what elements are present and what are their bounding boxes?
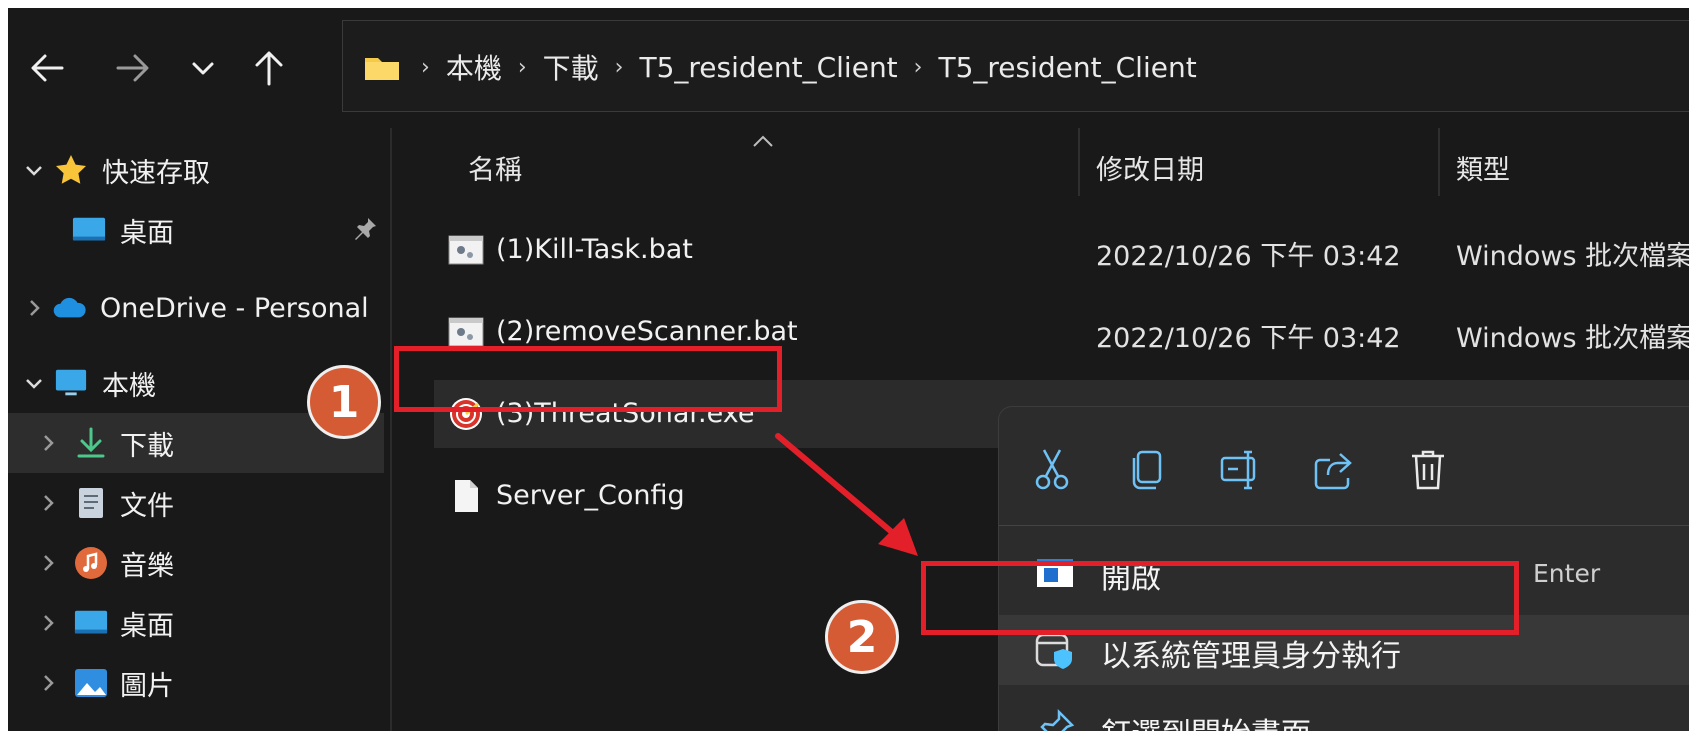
arrow-right-icon [116,54,149,82]
delete-icon [1412,450,1444,490]
rename-icon [1220,450,1256,490]
sidebar-item-label: OneDrive - Personal [100,292,369,324]
batch-file-icon [448,314,484,350]
chevron-right-icon[interactable] [36,611,60,635]
sidebar-item-quick-access[interactable]: 快速存取 [8,140,390,200]
up-button[interactable] [244,38,294,98]
file-row[interactable]: (1)Kill-Task.bat 2022/10/26 下午 03:42 Win… [434,216,1689,284]
delete-button[interactable] [1403,445,1453,495]
arrow-left-icon [31,54,64,82]
column-header-name[interactable]: 名稱 [468,148,522,187]
chevron-right-icon[interactable] [36,671,60,695]
sidebar-item-pictures[interactable]: 圖片 [8,653,390,713]
arrow-up-icon [255,51,283,86]
music-icon [74,546,108,580]
menu-item-label: 以系統管理員身分執行 [1101,639,1401,674]
rename-button[interactable] [1215,445,1265,495]
desktop-icon [74,606,108,640]
menu-item-label: 釘選到開始畫面 [1101,709,1311,731]
address-bar[interactable]: › 本機 › 下載 › T5_resident_Client › T5_resi… [342,20,1689,112]
cut-button[interactable] [1027,445,1077,495]
breadcrumb-t5-folder[interactable]: T5_resident_Client [639,51,897,84]
column-divider[interactable] [1078,128,1080,196]
chevron-down-icon [192,62,214,75]
step-badge-1: 1 [307,365,381,439]
breadcrumb-separator: › [421,54,430,80]
file-modified: 2022/10/26 下午 03:42 [1096,241,1401,272]
share-button[interactable] [1309,445,1359,495]
sidebar-item-label: 桌面 [120,610,174,642]
chevron-right-icon[interactable] [22,296,46,320]
sidebar-item-label: 圖片 [120,670,174,702]
annotation-highlight-file [394,346,782,412]
sidebar-item-label: 下載 [120,430,174,462]
star-icon [54,153,88,187]
sidebar-item-label: 快速存取 [102,157,210,189]
chevron-right-icon[interactable] [36,491,60,515]
file-type: Windows 批次檔案 [1456,241,1689,272]
sidebar-item-label: 文件 [120,490,174,522]
breadcrumb-downloads[interactable]: 下載 [543,47,599,87]
file-icon [448,478,484,514]
sidebar-item-label: 桌面 [120,217,174,249]
forward-button[interactable] [108,38,158,98]
sidebar-item-documents[interactable]: 文件 [8,473,390,533]
annotation-highlight-menu-item [921,561,1519,635]
column-header-type[interactable]: 類型 [1456,148,1510,187]
sidebar-item-onedrive[interactable]: OneDrive - Personal [8,278,390,338]
annotation-arrow [775,433,918,556]
sidebar-item-music[interactable]: 音樂 [8,533,390,593]
chevron-right-icon[interactable] [36,551,60,575]
pane-divider[interactable] [390,128,392,731]
file-name: (2)removeScanner.bat [496,316,798,347]
breadcrumb-separator: › [614,54,624,80]
chevron-down-icon[interactable] [22,158,46,182]
file-name: Server_Config [496,480,685,511]
file-explorer-window: › 本機 › 下載 › T5_resident_Client › T5_resi… [8,8,1689,731]
menu-item-shortcut: Enter [1533,559,1601,588]
copy-button[interactable] [1121,445,1171,495]
download-icon [74,426,108,460]
pin-icon [1035,709,1075,731]
breadcrumb-separator: › [517,54,527,80]
step-badge-2: 2 [825,600,899,674]
desktop-icon [72,213,106,247]
file-name: (1)Kill-Task.bat [496,234,693,265]
sidebar-item-label: 本機 [102,370,156,402]
breadcrumb: › 本機 › 下載 › T5_resident_Client › T5_resi… [363,21,1197,113]
folder-icon [365,58,399,80]
document-icon [74,486,108,520]
sidebar-item-desktop[interactable]: 桌面 [8,593,390,653]
admin-shield-icon [1035,631,1075,671]
column-divider[interactable] [1438,128,1440,196]
computer-icon [54,366,88,400]
back-button[interactable] [22,38,72,98]
cloud-icon [52,291,86,325]
pictures-icon [74,666,108,700]
pin-icon [352,216,378,249]
sort-ascending-icon [752,134,774,153]
file-modified: 2022/10/26 下午 03:42 [1096,323,1401,354]
chevron-right-icon[interactable] [36,431,60,455]
file-type: Windows 批次檔案 [1456,323,1689,354]
breadcrumb-t5-subfolder[interactable]: T5_resident_Client [938,51,1196,84]
breadcrumb-this-pc[interactable]: 本機 [446,47,502,87]
batch-file-icon [448,232,484,268]
copy-icon [1132,450,1162,490]
menu-item-pin-to-start[interactable]: 釘選到開始畫面 [999,693,1689,731]
recent-locations-button[interactable] [178,38,228,98]
breadcrumb-separator: › [913,54,923,80]
sidebar-item-desktop-pinned[interactable]: 桌面 [8,200,390,260]
cut-icon [1035,449,1069,490]
chevron-down-icon[interactable] [22,371,46,395]
share-icon [1314,453,1352,490]
column-header-modified[interactable]: 修改日期 [1096,148,1204,187]
menu-divider [999,525,1689,526]
sidebar-item-label: 音樂 [120,550,174,582]
